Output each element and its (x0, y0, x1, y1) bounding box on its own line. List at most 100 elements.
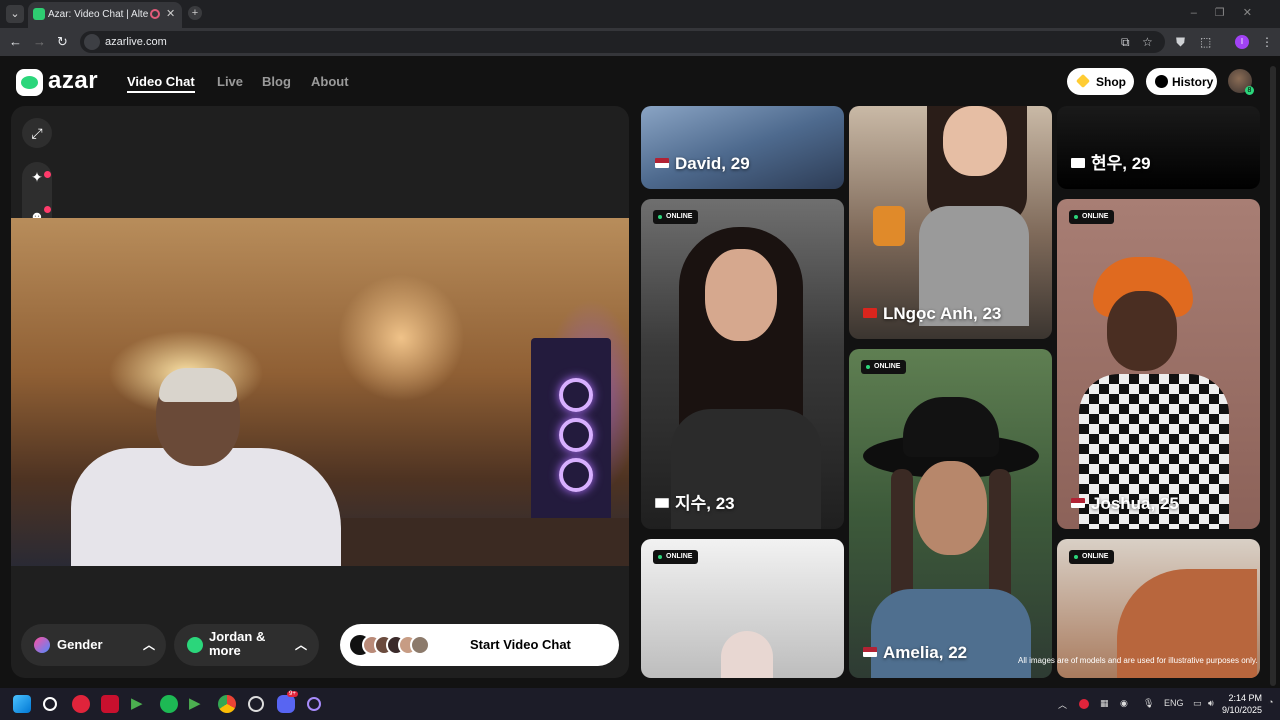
window-controls[interactable]: –❐✕ (1191, 6, 1270, 19)
profile-name: Joshua, 25 (1071, 494, 1179, 514)
us-flag-icon (863, 647, 877, 657)
taskbar-clock[interactable]: 2:14 PM 9/10/2025 (1222, 692, 1262, 716)
online-badge: ONLINE (653, 210, 699, 224)
search-icon[interactable] (43, 697, 57, 711)
shield-extension-icon[interactable]: ⛊ (1176, 35, 1185, 50)
start-video-chat-label: Start Video Chat (470, 637, 571, 652)
profile-name: David, 29 (655, 154, 750, 174)
shop-label: Shop (1096, 75, 1126, 89)
reload-icon[interactable]: ↻ (57, 34, 68, 50)
back-arrow-icon[interactable]: ← (9, 34, 22, 49)
nav-live[interactable]: Live (217, 74, 243, 89)
camera-preview (11, 218, 629, 566)
mask-notification-dot (44, 206, 51, 213)
online-badge: ONLINE (1069, 210, 1115, 224)
us-flag-icon (1071, 498, 1085, 508)
page-scrollbar[interactable] (1270, 66, 1276, 686)
browser-tab[interactable]: Azar: Video Chat | Alternati ✕ (28, 2, 182, 28)
windows-start-icon[interactable] (13, 695, 31, 713)
recording-indicator-icon (150, 9, 160, 19)
nav-about[interactable]: About (311, 74, 349, 89)
spotify-icon[interactable] (160, 695, 178, 713)
us-flag-icon (655, 158, 669, 168)
avatar (410, 635, 430, 655)
profile-card[interactable]: LNgọc Anh, 23 (849, 106, 1052, 339)
profile-card[interactable]: ONLINE Joshua, 25 (1057, 199, 1260, 529)
azar-logo-icon[interactable] (16, 69, 43, 96)
install-app-icon[interactable]: ⧉ (1121, 35, 1130, 50)
user-level-badge: 8 (1245, 86, 1254, 95)
tray-device-icon[interactable]: ▦ (1100, 698, 1109, 709)
play-app-icon[interactable]: ▶ (189, 694, 207, 712)
minimize-icon[interactable]: – (1191, 7, 1215, 19)
url-field[interactable]: azarlive.com (80, 31, 1165, 53)
app-red-icon[interactable] (72, 695, 90, 713)
azar-logo-text[interactable]: azar (48, 67, 98, 95)
profile-name: 지수, 23 (655, 489, 735, 514)
close-window-icon[interactable]: ✕ (1243, 7, 1270, 19)
discord-icon[interactable] (277, 695, 295, 713)
forward-arrow-icon[interactable]: → (33, 34, 46, 49)
gender-filter-button[interactable]: Gender ︿ (21, 624, 166, 666)
drink-shape (873, 206, 905, 246)
chrome-icon[interactable] (218, 695, 236, 713)
app-ring-icon[interactable] (307, 697, 321, 711)
microphone-icon[interactable]: 🎙︎ (1143, 698, 1154, 709)
discord-badge: 9+ (287, 691, 298, 697)
tab-title: Azar: Video Chat | Alternati (48, 9, 148, 20)
face-shape (705, 249, 777, 341)
browser-menu-icon[interactable]: ⋮ (1261, 35, 1273, 49)
nav-video-chat[interactable]: Video Chat (127, 74, 195, 93)
region-label-line2: more (209, 643, 241, 658)
denim-jacket-shape (871, 589, 1031, 678)
tray-app-icon[interactable] (1079, 699, 1089, 709)
face-shape (1107, 291, 1177, 371)
face-shape (943, 106, 1007, 176)
browser-profile-avatar[interactable]: I (1235, 35, 1249, 49)
shop-button[interactable]: Shop (1067, 68, 1134, 95)
tab-search-button[interactable]: ⌄ (6, 5, 24, 23)
vn-flag-icon (863, 308, 877, 318)
notification-bell-icon[interactable]: ◔ (1268, 697, 1273, 707)
history-button[interactable]: History (1146, 68, 1217, 95)
profile-card[interactable]: ONLINE (641, 539, 844, 678)
site-info-icon[interactable] (84, 34, 100, 50)
azar-favicon-icon (33, 8, 45, 20)
start-video-chat-button[interactable]: Start Video Chat (340, 624, 619, 666)
nav-blog[interactable]: Blog (262, 74, 291, 89)
video-panel: ⤢ ✦ ☻ Gender ︿ Jordan & more ︿ Start Vid… (11, 106, 629, 678)
language-indicator[interactable]: ENG (1164, 698, 1184, 708)
gem-icon (1075, 73, 1091, 89)
profile-name: LNgọc Anh, 23 (863, 304, 1001, 324)
chevron-up-icon: ︿ (295, 638, 308, 652)
profile-card[interactable]: ONLINE 지수, 23 (641, 199, 844, 529)
volume-icon[interactable]: 🔊︎ (1208, 698, 1214, 709)
region-filter-button[interactable]: Jordan & more ︿ (174, 624, 319, 666)
hat-crown-shape (903, 397, 999, 457)
windows-taskbar: ▶ ▶ 9+ ︿ ▦ ◉ 🎙︎ ENG ▭ 🔊︎ 2:14 PM 9/10/20… (0, 688, 1280, 720)
new-tab-button[interactable]: + (188, 6, 202, 20)
camera-person-hat (159, 368, 237, 402)
bookmark-star-icon[interactable]: ☆ (1142, 35, 1153, 49)
hair-shape (891, 469, 913, 609)
profile-card[interactable]: ONLINE Amelia, 22 (849, 349, 1052, 678)
app-circle-icon[interactable] (248, 696, 264, 712)
tab-close-button[interactable]: ✕ (166, 7, 175, 20)
browser-address-bar: ← → ↻ azarlive.com ⧉ ☆ ⛊ ⬚ I ⋮ (0, 28, 1280, 56)
illustrative-disclaimer: All images are of models and are used fo… (1018, 656, 1258, 665)
tray-overflow-icon[interactable]: ︿ (1058, 698, 1067, 711)
extensions-puzzle-icon[interactable]: ⬚ (1200, 35, 1211, 49)
profile-card[interactable]: David, 29 (641, 106, 844, 189)
restore-icon[interactable]: ❐ (1215, 7, 1243, 19)
app-store-icon[interactable] (101, 695, 119, 713)
online-badge: ONLINE (653, 550, 699, 564)
url-text[interactable]: azarlive.com (105, 36, 167, 48)
network-icon[interactable]: ▭ (1193, 698, 1202, 709)
profile-card[interactable]: 현우, 29 (1057, 106, 1260, 189)
play-app-icon[interactable]: ▶ (131, 694, 149, 712)
start-avatar-stack (350, 635, 434, 655)
steam-icon[interactable]: ◉ (1120, 698, 1128, 709)
expand-icon[interactable]: ⤢ (22, 118, 52, 148)
gender-label: Gender (57, 637, 103, 652)
beanie-shape (721, 631, 773, 678)
